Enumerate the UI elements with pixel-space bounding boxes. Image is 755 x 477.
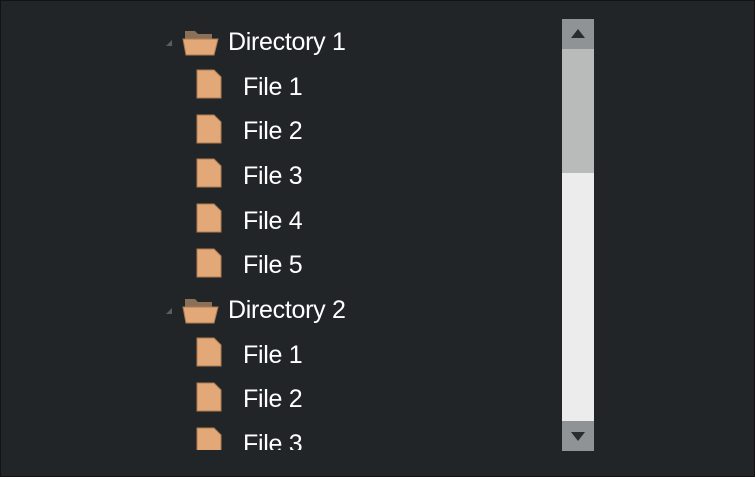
tree-view[interactable]: Directory 1 File 1 File 2 File 3 File 4 … <box>150 20 550 450</box>
tree-item-file[interactable]: File 2 <box>150 109 550 154</box>
scroll-up-button[interactable] <box>562 19 594 49</box>
tree-item-label: Directory 1 <box>228 27 346 56</box>
vertical-scrollbar[interactable] <box>562 19 594 451</box>
tree-item-label: File 2 <box>243 117 303 146</box>
tree-item-directory-1[interactable]: Directory 1 <box>150 20 550 65</box>
expander-triangle-icon[interactable] <box>166 308 172 315</box>
tree-item-label: File 1 <box>243 340 303 369</box>
file-icon <box>196 337 222 367</box>
tree-item-label: File 2 <box>243 385 303 414</box>
tree-item-label: File 1 <box>243 72 303 101</box>
file-icon <box>196 69 222 99</box>
tree-item-label: File 5 <box>243 251 303 280</box>
tree-item-file[interactable]: File 4 <box>150 199 550 244</box>
tree-item-directory-2[interactable]: Directory 2 <box>150 288 550 333</box>
folder-open-icon <box>182 27 220 57</box>
file-icon <box>196 382 222 412</box>
file-icon <box>196 203 222 233</box>
tree-item-label: File 4 <box>243 206 303 235</box>
tree-item-label: File 3 <box>243 430 303 450</box>
folder-open-icon <box>182 295 220 325</box>
tree-item-label: File 3 <box>243 161 303 190</box>
file-icon <box>196 114 222 144</box>
arrow-up-icon <box>571 29 585 38</box>
file-icon <box>196 248 222 278</box>
tree-item-file[interactable]: File 1 <box>150 333 550 378</box>
file-icon <box>196 158 222 188</box>
tree-item-file[interactable]: File 2 <box>150 378 550 423</box>
tree-item-file[interactable]: File 5 <box>150 243 550 288</box>
tree-item-file[interactable]: File 3 <box>150 422 550 450</box>
arrow-down-icon <box>571 432 585 441</box>
scroll-down-button[interactable] <box>562 421 594 451</box>
tree-item-file[interactable]: File 1 <box>150 65 550 110</box>
scroll-thumb[interactable] <box>562 49 594 173</box>
expander-triangle-icon[interactable] <box>166 40 172 47</box>
tree-item-label: Directory 2 <box>228 295 346 324</box>
file-icon <box>196 427 222 450</box>
tree-item-file[interactable]: File 3 <box>150 154 550 199</box>
